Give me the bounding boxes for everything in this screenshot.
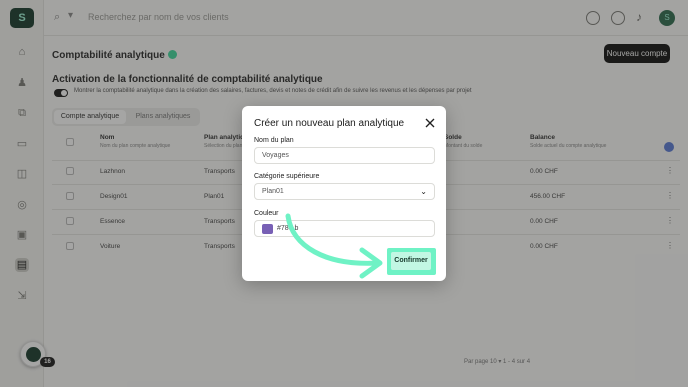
color-swatch[interactable] <box>262 224 273 234</box>
confirm-label: Confirmer <box>391 252 431 270</box>
modal-title: Créer un nouveau plan analytique <box>254 118 405 129</box>
plan-name-value: Voyages <box>262 152 289 159</box>
confirm-button[interactable]: Confirmer <box>387 248 436 275</box>
category-label: Catégorie supérieure <box>254 173 320 180</box>
chevron-down-icon: ⌄ <box>420 187 427 196</box>
plan-name-input[interactable]: Voyages <box>254 147 435 164</box>
color-input[interactable]: #786 b <box>254 220 435 237</box>
parent-category-select[interactable]: Plan01 ⌄ <box>254 183 435 200</box>
color-label: Couleur <box>254 210 279 217</box>
close-icon[interactable] <box>424 117 436 129</box>
category-value: Plan01 <box>262 188 284 195</box>
color-value: #786 b <box>277 225 299 232</box>
cancel-button[interactable] <box>346 255 382 269</box>
name-label: Nom du plan <box>254 137 294 144</box>
